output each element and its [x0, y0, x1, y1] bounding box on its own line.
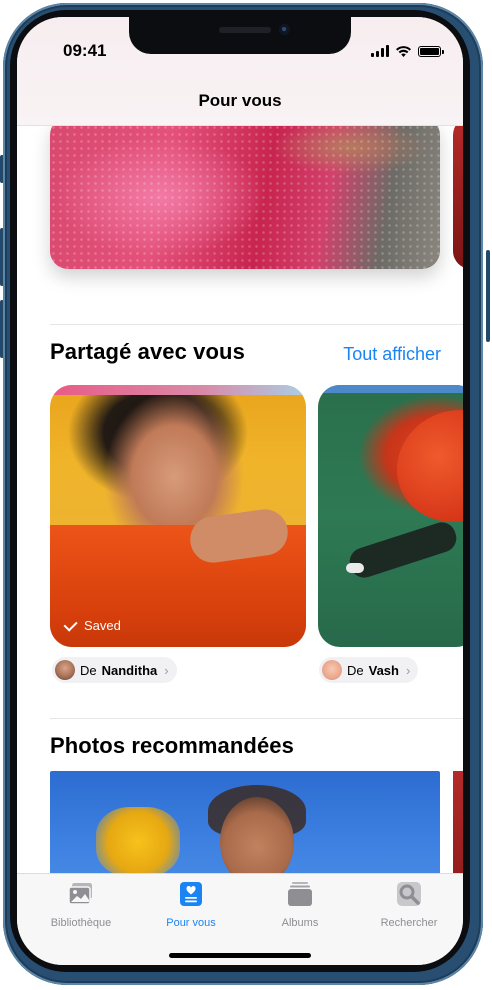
- sender-name: Vash: [368, 662, 399, 678]
- for-you-icon: [180, 882, 202, 906]
- avatar: [322, 660, 342, 680]
- wifi-icon: [396, 46, 411, 57]
- power-button: [486, 250, 490, 342]
- stack-edge: [50, 385, 306, 395]
- albums-icon: [288, 882, 312, 906]
- saved-badge: Saved: [63, 617, 121, 633]
- shared-photo-card[interactable]: [318, 385, 463, 647]
- shared-photo-card[interactable]: Saved: [50, 385, 306, 647]
- shared-by-vash-chip[interactable]: De Vash ›: [319, 657, 419, 683]
- tab-label: Rechercher: [380, 917, 438, 929]
- memory-card[interactable]: [50, 125, 440, 269]
- page-title: Pour vous: [198, 91, 282, 110]
- shared-section-title: Partagé avec vous: [50, 339, 245, 364]
- section-divider: [50, 718, 463, 719]
- photo-detail: [378, 390, 463, 542]
- checkmark-icon: [63, 617, 78, 632]
- photo-detail: [346, 563, 364, 573]
- phone-screen: 09:41 Pour vous Partagé avec vous Tout a…: [17, 17, 463, 965]
- chevron-right-icon: ›: [405, 662, 411, 678]
- status-time: 09:41: [63, 41, 107, 60]
- battery-icon: [418, 45, 444, 57]
- tab-label: Albums: [281, 917, 319, 929]
- recommended-photo-card[interactable]: [50, 771, 440, 873]
- avatar: [55, 660, 75, 680]
- speaker-grille: [219, 27, 271, 33]
- notch: [129, 17, 351, 54]
- chip-prefix: De: [347, 662, 364, 678]
- stack-edge: [318, 385, 463, 393]
- front-camera-icon: [279, 24, 290, 35]
- home-indicator[interactable]: [169, 953, 311, 958]
- tab-label: Pour vous: [166, 917, 216, 929]
- status-icons: [371, 44, 444, 58]
- tab-for-you[interactable]: Pour vous: [141, 882, 241, 929]
- for-you-feed[interactable]: Partagé avec vous Tout afficher Saved De…: [17, 125, 463, 873]
- recommended-photo-next[interactable]: [453, 771, 463, 873]
- sender-name: Nanditha: [101, 662, 158, 678]
- photo-detail: [346, 518, 460, 582]
- search-icon: [397, 882, 421, 906]
- memory-card-next[interactable]: [453, 125, 463, 269]
- recommended-section-title: Photos recommandées: [50, 733, 294, 758]
- photos-library-icon: [68, 883, 92, 905]
- tab-albums[interactable]: Albums: [250, 882, 350, 929]
- chip-prefix: De: [80, 662, 97, 678]
- tab-label: Bibliothèque: [50, 917, 112, 929]
- tab-search[interactable]: Rechercher: [359, 882, 459, 929]
- photo-detail: [96, 807, 180, 873]
- tab-bar: Bibliothèque Pour vous Albums Rechercher: [17, 873, 463, 965]
- section-divider: [50, 324, 463, 325]
- see-all-link[interactable]: Tout afficher: [343, 344, 441, 365]
- shared-by-nanditha-chip[interactable]: De Nanditha ›: [52, 657, 177, 683]
- cellular-signal-icon: [371, 45, 389, 57]
- tab-library[interactable]: Bibliothèque: [31, 882, 131, 929]
- saved-label: Saved: [84, 618, 121, 633]
- chevron-right-icon: ›: [164, 662, 169, 678]
